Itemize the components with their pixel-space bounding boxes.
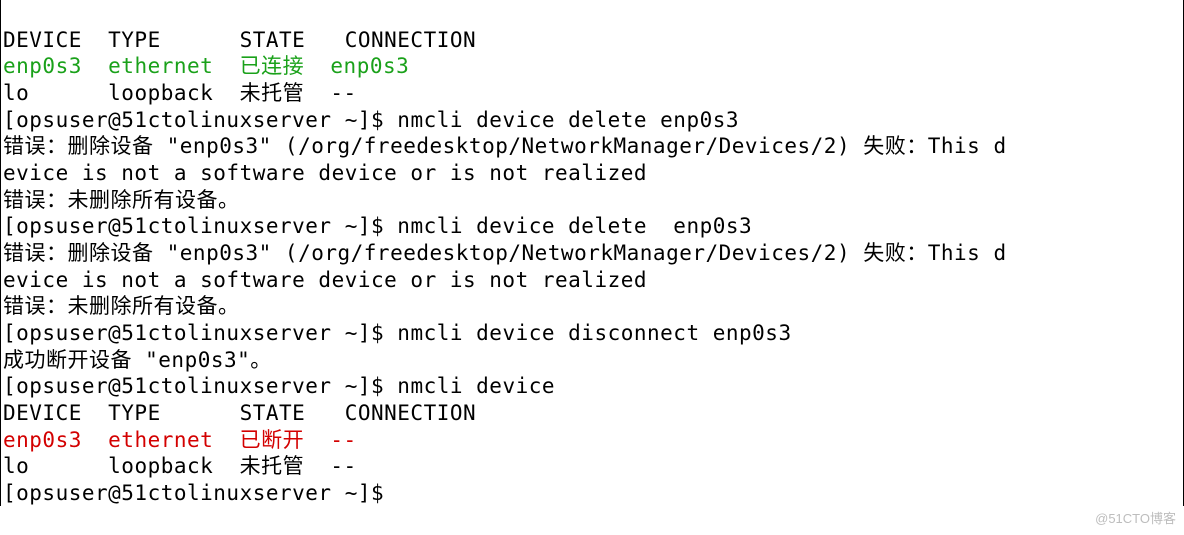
prompt-line: [opsuser@51ctolinuxserver ~]$ nmcli devi… <box>3 374 555 398</box>
table-header: DEVICE TYPE STATE CONNECTION <box>3 28 476 52</box>
table-row: enp0s3 ethernet 已断开 -- <box>3 428 357 452</box>
prompt-line: [opsuser@51ctolinuxserver ~]$ nmcli devi… <box>3 108 739 132</box>
command-text: nmcli device delete enp0s3 <box>397 108 739 132</box>
error-line: 错误：删除设备 "enp0s3" (/org/freedesktop/Netwo… <box>3 134 1007 158</box>
table-row: lo loopback 未托管 -- <box>3 454 357 478</box>
error-line: 错误：删除设备 "enp0s3" (/org/freedesktop/Netwo… <box>3 241 1007 265</box>
prompt-line: [opsuser@51ctolinuxserver ~]$ <box>3 481 397 505</box>
command-text: nmcli device delete enp0s3 <box>397 214 752 238</box>
prompt-line: [opsuser@51ctolinuxserver ~]$ nmcli devi… <box>3 214 752 238</box>
table-row: lo loopback 未托管 -- <box>3 81 357 105</box>
watermark-text: @51CTO博客 <box>1095 511 1176 528</box>
error-line: evice is not a software device or is not… <box>3 268 647 292</box>
command-text: nmcli device <box>397 374 555 398</box>
command-text: nmcli device disconnect enp0s3 <box>397 321 791 345</box>
error-line: 错误：未删除所有设备。 <box>3 294 240 318</box>
success-line: 成功断开设备 "enp0s3"。 <box>3 348 272 372</box>
error-line: evice is not a software device or is not… <box>3 161 647 185</box>
table-row: enp0s3 ethernet 已连接 enp0s3 <box>3 54 409 78</box>
prompt-line: [opsuser@51ctolinuxserver ~]$ nmcli devi… <box>3 321 792 345</box>
table-header: DEVICE TYPE STATE CONNECTION <box>3 401 476 425</box>
terminal-output[interactable]: DEVICE TYPE STATE CONNECTION enp0s3 ethe… <box>0 0 1184 506</box>
error-line: 错误：未删除所有设备。 <box>3 188 240 212</box>
